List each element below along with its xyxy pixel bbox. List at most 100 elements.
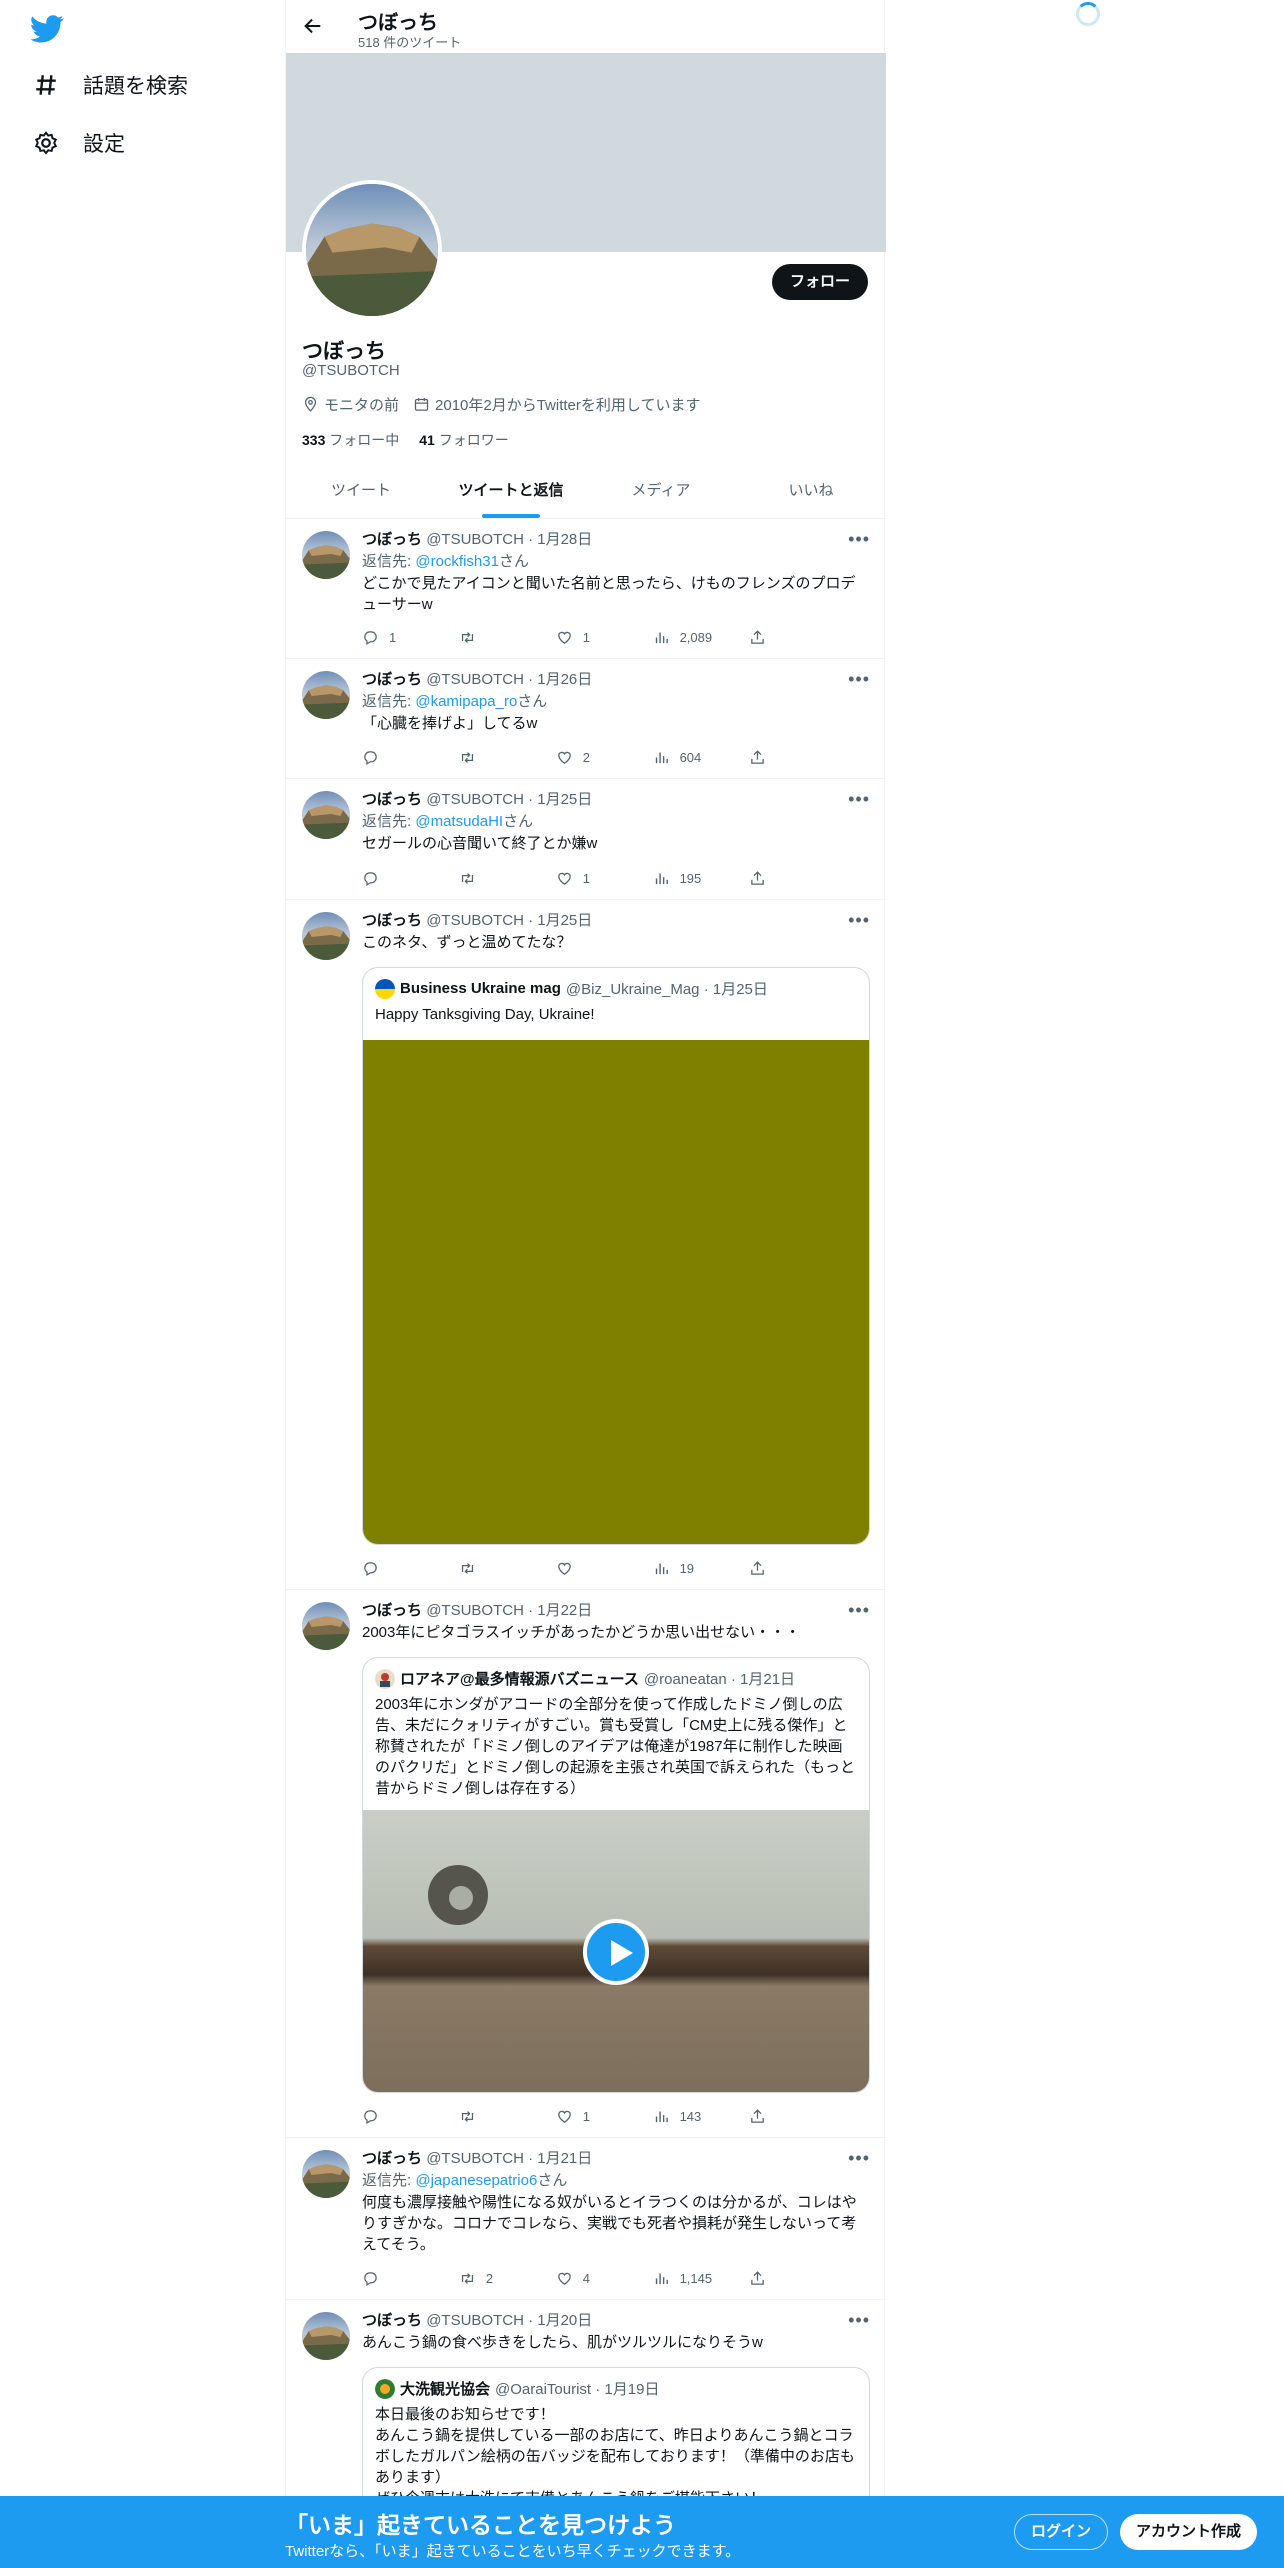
play-button[interactable]	[583, 1919, 649, 1985]
like-button[interactable]	[556, 1557, 653, 1579]
more-options-icon[interactable]: •••	[848, 1600, 870, 1621]
more-options-icon[interactable]: •••	[848, 669, 870, 690]
tweet-author-name[interactable]: つぼっち	[362, 531, 422, 548]
quoted-tweet[interactable]: ロアネア@最多情報源バズニュース @roaneatan · 1月21日 2003…	[362, 1657, 870, 2093]
views-chart-icon	[653, 1560, 670, 1577]
nav-explore[interactable]: 話題を検索	[33, 70, 188, 100]
reply-button[interactable]	[362, 746, 459, 768]
tab-tweets[interactable]: ツイート	[286, 466, 436, 518]
avatar[interactable]	[302, 912, 350, 960]
tweet[interactable]: つぼっち @TSUBOTCH · 1月26日 ••• 返信先: @kamipap…	[286, 659, 886, 779]
avatar[interactable]	[302, 791, 350, 839]
retweet-button[interactable]	[459, 867, 556, 889]
reply-to-link[interactable]: @rockfish31	[415, 553, 499, 570]
followers-link[interactable]: 41 フォロワー	[419, 430, 508, 450]
reply-button[interactable]	[362, 2267, 459, 2289]
retweet-icon	[459, 629, 476, 646]
retweet-button[interactable]	[459, 2105, 556, 2127]
reply-button[interactable]	[362, 2105, 459, 2127]
signup-button[interactable]: アカウント作成	[1120, 2514, 1258, 2550]
following-link[interactable]: 333 フォロー中	[302, 430, 399, 450]
avatar[interactable]	[302, 2150, 350, 2198]
header-tweet-count: 518 件のツイート	[358, 35, 462, 50]
more-options-icon[interactable]: •••	[848, 2310, 870, 2331]
views-chart-icon	[653, 2270, 670, 2287]
tweet-author-name[interactable]: つぼっち	[362, 2312, 422, 2329]
tweet-author-name[interactable]: つぼっち	[362, 912, 422, 929]
quoted-tweet[interactable]: Business Ukraine mag @Biz_Ukraine_Mag · …	[362, 967, 870, 1545]
share-icon	[749, 749, 766, 766]
more-options-icon[interactable]: •••	[848, 910, 870, 931]
reply-button[interactable]	[362, 1557, 459, 1579]
retweet-icon	[459, 1560, 476, 1577]
tweet[interactable]: つぼっち @TSUBOTCH · 1月28日 ••• 返信先: @rockfis…	[286, 519, 886, 659]
views-button[interactable]: 195	[653, 867, 750, 889]
reply-to-link[interactable]: @kamipapa_ro	[415, 693, 517, 710]
share-button[interactable]	[749, 626, 786, 648]
profile-name: つぼっち	[302, 340, 386, 363]
views-button[interactable]: 1,145	[653, 2267, 750, 2289]
followers-count: 41	[419, 432, 435, 448]
more-options-icon[interactable]: •••	[848, 789, 870, 810]
tab-media[interactable]: メディア	[586, 466, 736, 518]
share-button[interactable]	[749, 867, 786, 889]
heart-icon	[556, 2270, 573, 2287]
tweet-author-name[interactable]: つぼっち	[362, 2150, 422, 2167]
share-button[interactable]	[749, 2267, 786, 2289]
views-button[interactable]: 143	[653, 2105, 750, 2127]
tweet[interactable]: つぼっち @TSUBOTCH · 1月21日 ••• 返信先: @japanes…	[286, 2138, 886, 2300]
quoted-tweet-header: 大洗観光協会 @OaraiTourist · 1月19日	[375, 2378, 659, 2399]
views-button[interactable]: 604	[653, 746, 750, 768]
quoted-author-name: ロアネア@最多情報源バズニュース	[400, 1671, 639, 1688]
avatar[interactable]	[302, 1602, 350, 1650]
share-button[interactable]	[749, 746, 786, 768]
share-button[interactable]	[749, 2105, 786, 2127]
more-options-icon[interactable]: •••	[848, 2148, 870, 2169]
share-button[interactable]	[749, 1557, 786, 1579]
retweet-button[interactable]	[459, 626, 556, 648]
tweet-author-name[interactable]: つぼっち	[362, 671, 422, 688]
retweet-button[interactable]	[459, 746, 556, 768]
quoted-video[interactable]	[363, 1810, 869, 2092]
retweet-button[interactable]	[459, 1557, 556, 1579]
tab-tweets-and-replies[interactable]: ツイートと返信	[436, 466, 586, 518]
login-button[interactable]: ログイン	[1014, 2514, 1109, 2550]
tweet[interactable]: つぼっち @TSUBOTCH · 1月22日 ••• 2003年にピタゴラスイッ…	[286, 1590, 886, 2138]
avatar[interactable]	[302, 531, 350, 579]
like-button[interactable]: 2	[556, 746, 653, 768]
avatar	[375, 978, 395, 999]
avatar[interactable]	[302, 2312, 350, 2360]
reply-context: 返信先: @kamipapa_roさん	[362, 693, 548, 710]
tweet-author-name[interactable]: つぼっち	[362, 1602, 422, 1619]
retweet-button[interactable]: 2	[459, 2267, 556, 2289]
tweet[interactable]: つぼっち @TSUBOTCH · 1月25日 ••• 返信先: @matsuda…	[286, 779, 886, 900]
back-arrow-icon[interactable]	[302, 15, 324, 37]
like-button[interactable]: 1	[556, 2105, 653, 2127]
reply-to-link[interactable]: @japanesepatrio6	[415, 2172, 537, 2189]
reply-button[interactable]	[362, 867, 459, 889]
like-button[interactable]: 1	[556, 626, 653, 648]
share-icon	[749, 2108, 766, 2125]
quoted-media-image[interactable]	[363, 1040, 869, 1544]
twitter-logo-icon[interactable]	[30, 12, 64, 46]
reply-button[interactable]: 1	[362, 626, 459, 648]
views-chart-icon	[653, 629, 670, 646]
profile-avatar[interactable]	[302, 180, 442, 320]
tab-likes[interactable]: いいね	[736, 466, 886, 518]
like-button[interactable]: 1	[556, 867, 653, 889]
quoted-tweet-text: 本日最後のお知らせです！ あんこう鍋を提供している一部のお店にて、昨日よりあんこ…	[375, 2406, 855, 2507]
tweet-author-name[interactable]: つぼっち	[362, 791, 422, 808]
reply-icon	[362, 1560, 379, 1577]
follow-button[interactable]: フォロー	[771, 264, 868, 300]
like-button[interactable]: 4	[556, 2267, 653, 2289]
tweet[interactable]: つぼっち @TSUBOTCH · 1月25日 ••• このネタ、ずっと温めてたな…	[286, 900, 886, 1590]
profile-location: モニタの前	[302, 394, 399, 415]
reply-icon	[362, 2270, 379, 2287]
nav-settings[interactable]: 設定	[33, 128, 125, 158]
tweet-meta: @TSUBOTCH · 1月28日	[426, 531, 593, 548]
views-button[interactable]: 19	[653, 1557, 750, 1579]
more-options-icon[interactable]: •••	[848, 529, 870, 550]
avatar[interactable]	[302, 671, 350, 719]
reply-to-link[interactable]: @matsudaHI	[415, 813, 503, 830]
views-button[interactable]: 2,089	[653, 626, 750, 648]
